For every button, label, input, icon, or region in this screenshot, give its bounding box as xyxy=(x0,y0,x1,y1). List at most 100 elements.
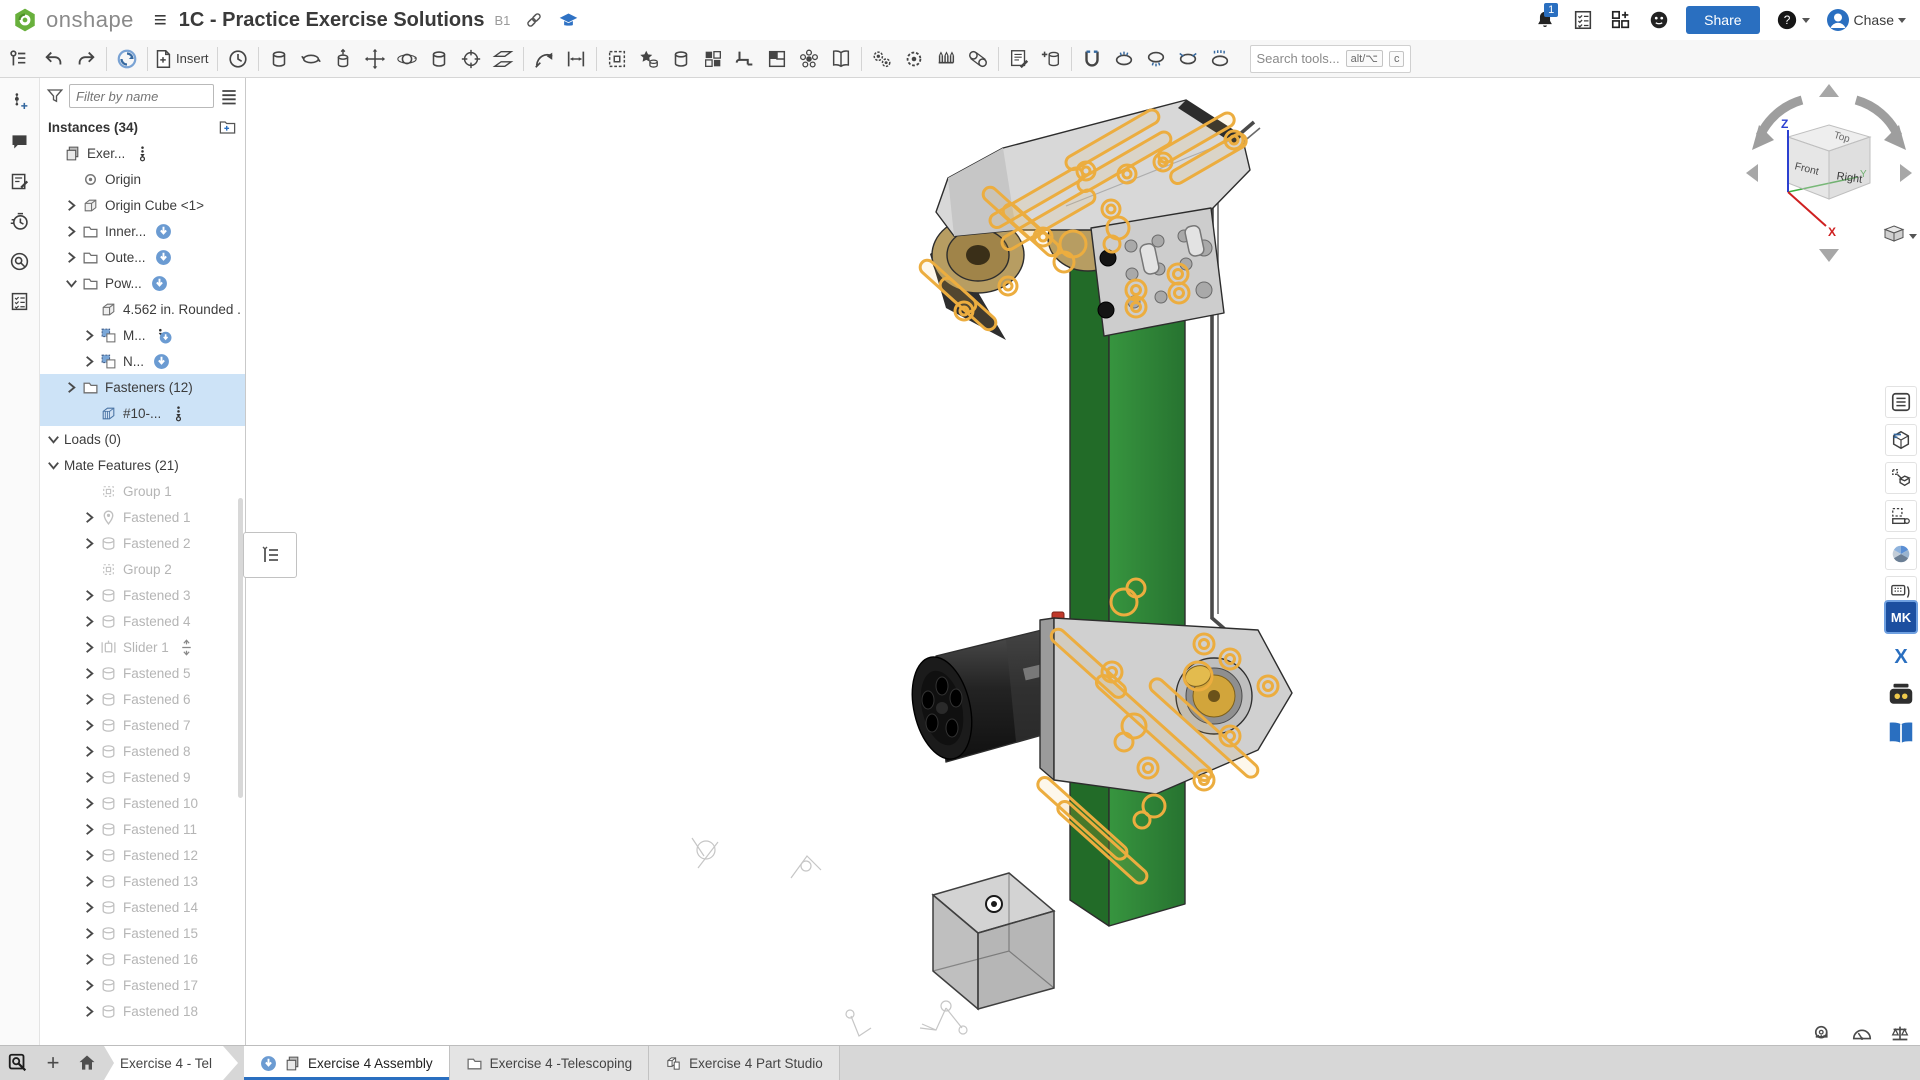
home-tab-button[interactable] xyxy=(70,1046,104,1080)
tree-item-fastened-15[interactable]: Fastened 15 xyxy=(40,920,245,946)
view-options-button[interactable] xyxy=(1885,226,1917,241)
tree-item-fastened-4[interactable]: Fastened 4 xyxy=(40,608,245,634)
learning-center-icon[interactable] xyxy=(558,10,579,31)
expand-chevron-icon[interactable] xyxy=(64,276,79,291)
mate-slider-button[interactable] xyxy=(327,44,359,74)
spotlight-search-button[interactable] xyxy=(5,246,35,276)
tree-item-fasteners-12[interactable]: Fasteners (12) xyxy=(40,374,245,400)
show-all-button[interactable] xyxy=(1204,44,1236,74)
rotate-cw-arrow[interactable] xyxy=(1856,100,1898,136)
notes-panel-button[interactable] xyxy=(5,166,35,196)
tree-item-fastened-5[interactable]: Fastened 5 xyxy=(40,660,245,686)
render-studio-app-button[interactable] xyxy=(1885,538,1917,570)
help-menu[interactable]: ? xyxy=(1776,9,1810,31)
expand-chevron-icon[interactable] xyxy=(82,978,97,993)
measure-panel-button[interactable] xyxy=(1885,500,1917,532)
tree-item-n[interactable]: N... xyxy=(40,348,245,374)
expand-chevron-icon[interactable] xyxy=(82,640,97,655)
mate-pin-slot-button[interactable] xyxy=(423,44,455,74)
loads-section-header[interactable]: Loads (0) xyxy=(40,426,245,452)
expand-chevron-icon[interactable] xyxy=(82,770,97,785)
tree-item-fastened-7[interactable]: Fastened 7 xyxy=(40,712,245,738)
tree-item-m[interactable]: M... xyxy=(40,322,245,348)
mate-tangent-button[interactable] xyxy=(455,44,487,74)
origin-cube-part[interactable] xyxy=(933,873,1054,1009)
expand-chevron-icon[interactable] xyxy=(82,822,97,837)
gear-relation-button[interactable] xyxy=(866,44,898,74)
list-view-icon[interactable] xyxy=(219,86,239,106)
tab-exercise-4-part-studio[interactable]: Exercise 4 Part Studio xyxy=(649,1046,840,1080)
expand-chevron-icon[interactable] xyxy=(64,224,79,239)
expand-chevron-icon[interactable] xyxy=(64,380,79,395)
notifications-button[interactable]: 1 xyxy=(1534,9,1556,31)
tree-item-slider-1[interactable]: Slider 1 xyxy=(40,634,245,660)
tree-item-fastened-2[interactable]: Fastened 2 xyxy=(40,530,245,556)
feedback-button[interactable] xyxy=(1648,9,1670,31)
tree-item-10[interactable]: #10-... xyxy=(40,400,245,426)
redo-button[interactable] xyxy=(70,44,102,74)
tab-exercise-4-tel[interactable]: Exercise 4 - Tel xyxy=(104,1046,238,1080)
view-cube[interactable]: Y Top Front Right Z X xyxy=(1738,78,1920,268)
mate-fastened-button[interactable] xyxy=(263,44,295,74)
expand-chevron-icon[interactable] xyxy=(82,900,97,915)
rotate-down-arrow[interactable] xyxy=(1819,249,1839,262)
expand-chevron-icon[interactable] xyxy=(82,510,97,525)
tape-measure-icon[interactable] xyxy=(1812,1022,1836,1046)
make-transparent-button[interactable] xyxy=(1172,44,1204,74)
expand-chevron-icon[interactable] xyxy=(82,588,97,603)
bom-panel-button[interactable] xyxy=(1885,424,1917,456)
properties-panel-button[interactable] xyxy=(5,286,35,316)
history-versions-panel-button[interactable] xyxy=(5,206,35,236)
mate-distance-button[interactable] xyxy=(560,44,592,74)
tree-item-fastened-13[interactable]: Fastened 13 xyxy=(40,868,245,894)
feature-list-toggle-button[interactable] xyxy=(2,44,34,74)
copy-link-icon[interactable] xyxy=(524,10,544,30)
feature-list-panel-button[interactable] xyxy=(1885,386,1917,418)
chevron-down-icon[interactable] xyxy=(46,432,61,447)
expand-chevron-icon[interactable] xyxy=(82,952,97,967)
sync-update-button[interactable] xyxy=(111,44,143,74)
insert-button[interactable]: Insert xyxy=(152,44,213,74)
expand-chevron-icon[interactable] xyxy=(82,614,97,629)
mass-properties-icon[interactable] xyxy=(1888,1022,1912,1046)
tree-item-inner[interactable]: Inner... xyxy=(40,218,245,244)
tree-item-pow[interactable]: Pow... xyxy=(40,270,245,296)
expand-chevron-icon[interactable] xyxy=(82,926,97,941)
undo-button[interactable] xyxy=(38,44,70,74)
tree-item-exer[interactable]: Exer... xyxy=(40,140,245,166)
mate-parallel-button[interactable] xyxy=(487,44,519,74)
expand-chevron-icon[interactable] xyxy=(82,796,97,811)
mate-planar-button[interactable] xyxy=(359,44,391,74)
gear-button[interactable] xyxy=(898,44,930,74)
rotate-right-arrow[interactable] xyxy=(1900,164,1912,182)
tree-item-fastened-12[interactable]: Fastened 12 xyxy=(40,842,245,868)
measure-entities-button[interactable] xyxy=(1035,44,1067,74)
mate-revolute-button[interactable] xyxy=(295,44,327,74)
replicate-button[interactable] xyxy=(665,44,697,74)
search-tools-input[interactable]: Search tools... alt/⌥ c xyxy=(1250,45,1412,73)
rotate-up-arrow[interactable] xyxy=(1819,84,1839,97)
tree-item-origin[interactable]: Origin xyxy=(40,166,245,192)
tree-item-group-2[interactable]: Group 2 xyxy=(40,556,245,582)
rollback-clock-button[interactable] xyxy=(222,44,254,74)
tasks-button[interactable] xyxy=(1572,9,1594,31)
tree-item-fastened-1[interactable]: Fastened 1 xyxy=(40,504,245,530)
tree-item-fastened-8[interactable]: Fastened 8 xyxy=(40,738,245,764)
linear-pattern-button[interactable] xyxy=(697,44,729,74)
assembly-3d-model[interactable] xyxy=(246,78,1920,1045)
share-button[interactable]: Share xyxy=(1686,6,1759,34)
protractor-icon[interactable] xyxy=(1850,1022,1874,1046)
tree-item-fastened-14[interactable]: Fastened 14 xyxy=(40,894,245,920)
isolate-button[interactable] xyxy=(1140,44,1172,74)
tree-item-fastened-18[interactable]: Fastened 18 xyxy=(40,998,245,1024)
onshape-logo[interactable]: onshape xyxy=(0,7,144,33)
expand-chevron-icon[interactable] xyxy=(82,848,97,863)
pattern-feature-button[interactable] xyxy=(633,44,665,74)
named-views-button[interactable] xyxy=(825,44,857,74)
tree-item-fastened-9[interactable]: Fastened 9 xyxy=(40,764,245,790)
belt-relation-button[interactable] xyxy=(962,44,994,74)
filter-input[interactable] xyxy=(69,84,214,108)
snap-mode-button[interactable] xyxy=(528,44,560,74)
document-menu-icon[interactable]: ≡ xyxy=(144,7,177,33)
tree-item-fastened-6[interactable]: Fastened 6 xyxy=(40,686,245,712)
